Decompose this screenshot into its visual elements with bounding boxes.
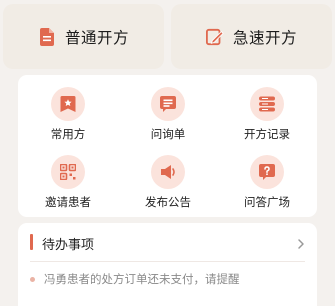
list-form-icon xyxy=(151,87,185,121)
tool-common-prescriptions[interactable]: 常用方 xyxy=(28,87,108,147)
normal-prescription-label: 普通开方 xyxy=(64,28,129,47)
urgent-prescription-label: 急速开方 xyxy=(232,28,297,47)
tool-label: 常用方 xyxy=(50,127,86,141)
todo-title: 待办事项 xyxy=(42,238,95,253)
todo-card: 待办事项 冯勇患者的处方订单还未支付，请提醒 xyxy=(18,223,317,306)
tool-label: 问询单 xyxy=(150,127,186,141)
todo-item-text: 冯勇患者的处方订单还未支付，请提醒 xyxy=(44,272,240,286)
section-accent-bar xyxy=(30,234,33,250)
chevron-right-icon xyxy=(297,235,307,249)
tool-qa-square[interactable]: 问答广场 xyxy=(227,155,307,215)
star-badge-icon xyxy=(51,87,85,121)
tool-label: 开方记录 xyxy=(244,127,290,141)
normal-prescription-button[interactable]: 普通开方 xyxy=(3,4,164,69)
workbench-page: 普通开方 急速开方 常用方 问询单 开方记录 邀请患者 发布公告 问答广场 待办… xyxy=(0,0,335,306)
divider xyxy=(30,261,305,262)
urgent-prescription-button[interactable]: 急速开方 xyxy=(171,4,332,69)
tool-invite-patient[interactable]: 邀请患者 xyxy=(28,155,108,215)
document-icon xyxy=(38,27,56,47)
tools-grid: 常用方 问询单 开方记录 邀请患者 发布公告 问答广场 xyxy=(18,75,317,217)
tool-label: 邀请患者 xyxy=(45,195,91,209)
tool-inquiry-form[interactable]: 问询单 xyxy=(128,87,208,147)
tool-publish-announcement[interactable]: 发布公告 xyxy=(128,155,208,215)
bullet-dot-icon xyxy=(30,276,35,282)
question-bubble-icon xyxy=(250,155,284,189)
speaker-icon xyxy=(151,155,185,189)
todo-header[interactable]: 待办事项 xyxy=(18,223,317,261)
tool-label: 发布公告 xyxy=(145,195,191,209)
pen-edit-icon xyxy=(205,27,224,47)
qr-code-icon xyxy=(51,155,85,189)
tool-prescription-records[interactable]: 开方记录 xyxy=(227,87,307,147)
tool-label: 问答广场 xyxy=(244,195,290,209)
stack-records-icon xyxy=(250,87,284,121)
todo-item[interactable]: 冯勇患者的处方订单还未支付，请提醒 xyxy=(30,269,310,289)
